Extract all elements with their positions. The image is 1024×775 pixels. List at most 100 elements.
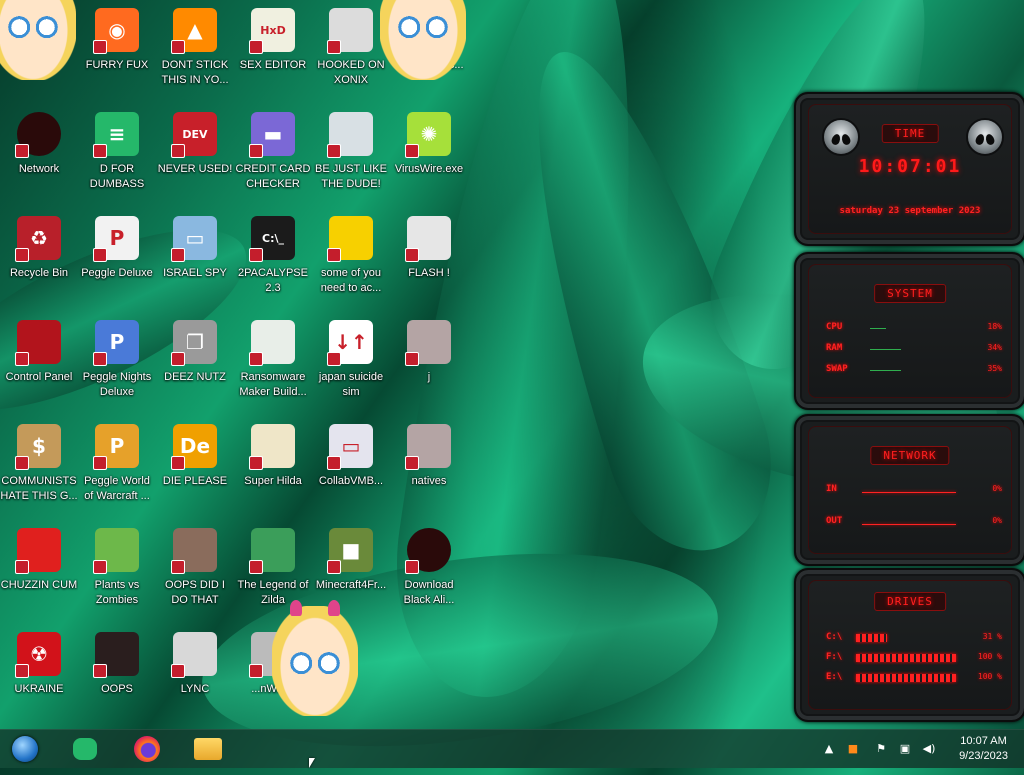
desktop-icon[interactable]: P Peggle Deluxe — [78, 212, 156, 312]
network-widget[interactable]: NETWORK IN 0% OUT 0% — [794, 414, 1024, 566]
xonix-icon — [327, 8, 373, 54]
taskbar-chat[interactable] — [70, 734, 100, 764]
santa-face-icon — [327, 112, 373, 158]
desktop-icon[interactable]: ▭ CollabVMB... — [312, 420, 390, 520]
system-widget[interactable]: SYSTEM CPU 18% RAM 34% SWAP 35% — [794, 252, 1024, 410]
desktop-icon[interactable]: LYNC — [156, 628, 234, 728]
desktop-icon-label: some of you need to ac... — [320, 267, 382, 294]
taskbar-clock[interactable]: 10:07 AM 9/23/2023 — [959, 734, 1008, 764]
alien-head-icon — [822, 118, 860, 156]
desktop-icon[interactable]: ✺ VirusWire.exe — [390, 108, 468, 208]
dog-face-icon — [327, 216, 373, 262]
desktop-icon[interactable]: j — [390, 316, 468, 416]
shortcut-badge-icon — [171, 560, 185, 574]
start-button[interactable] — [10, 734, 40, 764]
clock-time: 10:07 AM — [960, 735, 1007, 747]
desktop-icon[interactable]: DEV NEVER USED! — [156, 108, 234, 208]
stat-label: E:\ — [826, 672, 843, 682]
shortcut-badge-icon — [15, 456, 29, 470]
plants-vs-zombies-icon — [93, 528, 139, 574]
desktop-icon-label: BE JUST LIKE THE DUDE! — [315, 163, 387, 190]
desktop-icon[interactable]: De DIE PLEASE — [156, 420, 234, 520]
dark-window-icon — [93, 632, 139, 678]
shortcut-badge-icon — [171, 664, 185, 678]
network-icon[interactable]: ▣ — [898, 742, 912, 756]
shortcut-badge-icon — [171, 144, 185, 158]
desktop-icon[interactable]: ▬ CREDIT CARD CHECKER — [234, 108, 312, 208]
minecraft-icon: ■ — [327, 528, 373, 574]
volume-icon[interactable]: ◀) — [922, 742, 936, 756]
portrait-icon — [171, 528, 217, 574]
shortcut-badge-icon — [15, 560, 29, 574]
desktop-icon[interactable]: P Peggle World of Warcraft ... — [78, 420, 156, 520]
shortcut-badge-icon — [249, 456, 263, 470]
desktop-icon[interactable]: ♻ Recycle Bin — [0, 212, 78, 312]
desktop-icon[interactable]: Super Hilda — [234, 420, 312, 520]
desktop-icon[interactable]: ↓↑ japan suicide sim — [312, 316, 390, 416]
desktop-icon[interactable]: ▭ ISRAEL SPY — [156, 212, 234, 312]
desktop-icon[interactable]: HxD SEX EDITOR — [234, 4, 312, 104]
desktop-icon[interactable]: Plants vs Zombies — [78, 524, 156, 624]
chevron-up-icon[interactable]: ▲ — [822, 742, 836, 756]
network-stat-row: OUT 0% — [826, 516, 1002, 530]
time-widget[interactable]: TIME 10:07:01 saturday 23 september 2023 — [794, 92, 1024, 246]
shortcut-badge-icon — [405, 352, 419, 366]
taskbar-firefox[interactable] — [132, 734, 162, 764]
desktop-icon[interactable]: Control Panel — [0, 316, 78, 416]
desktop-icon[interactable]: OOPS — [78, 628, 156, 728]
pixel-character-icon — [249, 424, 295, 470]
desktop-icon-label: Super Hilda — [244, 475, 302, 487]
taskbar-explorer[interactable] — [193, 734, 223, 764]
desktop-icon-label: Peggle World of Warcraft ... — [84, 475, 150, 502]
desktop-icon[interactable]: ≡ D FOR DUMBASS — [78, 108, 156, 208]
peggle-icon: P — [93, 216, 139, 262]
app-tray-icon[interactable]: ■ — [846, 742, 860, 756]
desktop-icon[interactable]: C:\_ 2PACALYPSE 2.3 — [234, 212, 312, 312]
shortcut-badge-icon — [327, 456, 341, 470]
desktop-icon[interactable]: OOPS DID I DO THAT — [156, 524, 234, 624]
drive-usage-bar — [856, 654, 956, 662]
desktop-icon[interactable]: Network — [0, 108, 78, 208]
clock-date: 9/23/2023 — [959, 750, 1008, 762]
stat-value: 100 % — [977, 652, 1002, 661]
shortcut-badge-icon — [15, 664, 29, 678]
desktop-icon-label: FURRY FUX — [85, 59, 149, 71]
desktop-icon-label: Minecraft4Fr... — [315, 579, 387, 591]
widget-date-value: saturday 23 september 2023 — [839, 206, 981, 216]
desktop-icon[interactable]: some of you need to ac... — [312, 212, 390, 312]
desktop-icon[interactable]: ☢ UKRAINE — [0, 628, 78, 728]
desktop-icon-label: VirusWire.exe — [394, 163, 464, 175]
system-stat-row: RAM 34% — [826, 343, 1002, 357]
shortcut-badge-icon — [327, 248, 341, 262]
flag-icon[interactable]: ⚑ — [874, 742, 888, 756]
shortcut-badge-icon — [15, 248, 29, 262]
desktop-icon-label: COMMUNISTS HATE THIS G... — [0, 475, 78, 502]
desktop-icon-label: Ransomware Maker Build... — [239, 371, 307, 398]
peggle-wow-icon: P — [93, 424, 139, 470]
stat-value: 0% — [992, 484, 1002, 493]
desktop-icon[interactable]: ▲ DONT STICK THIS IN YO... — [156, 4, 234, 104]
desktop-icon[interactable]: natives — [390, 420, 468, 520]
desktop-icon[interactable]: $ COMMUNISTS HATE THIS G... — [0, 420, 78, 520]
desktop-icon[interactable]: BE JUST LIKE THE DUDE! — [312, 108, 390, 208]
desktop-icon-label: CollabVMB... — [318, 475, 384, 487]
desktop-icon[interactable]: FLASH ! — [390, 212, 468, 312]
drives-widget[interactable]: DRIVES C:\ 31 % F:\ 100 % E:\ 100 % — [794, 568, 1024, 722]
desktop-icon[interactable]: Download Black Ali... — [390, 524, 468, 624]
recycle-bin-icon: ♻ — [15, 216, 61, 262]
lime-icon: ✺ — [405, 112, 451, 158]
time-widget-title: TIME — [881, 124, 939, 143]
desktop-icon-label: 2PACALYPSE 2.3 — [238, 267, 308, 294]
desktop-icon[interactable]: Ransomware Maker Build... — [234, 316, 312, 416]
stat-value: 35% — [987, 364, 1002, 373]
firefox-icon — [134, 736, 160, 762]
desktop-icon-label: DONT STICK THIS IN YO... — [161, 59, 229, 86]
desktop-icon[interactable]: HOOKED ON XONIX — [312, 4, 390, 104]
stat-label: F:\ — [826, 652, 843, 662]
desktop-icon[interactable]: P Peggle Nights Deluxe — [78, 316, 156, 416]
drive-stat-row: F:\ 100 % — [826, 652, 1002, 666]
desktop-icon[interactable]: ❐ DEEZ NUTZ — [156, 316, 234, 416]
star-character-sticker — [380, 0, 466, 80]
desktop-icon[interactable]: ◉ FURRY FUX — [78, 4, 156, 104]
desktop-icon[interactable]: CHUZZIN CUM — [0, 524, 78, 624]
